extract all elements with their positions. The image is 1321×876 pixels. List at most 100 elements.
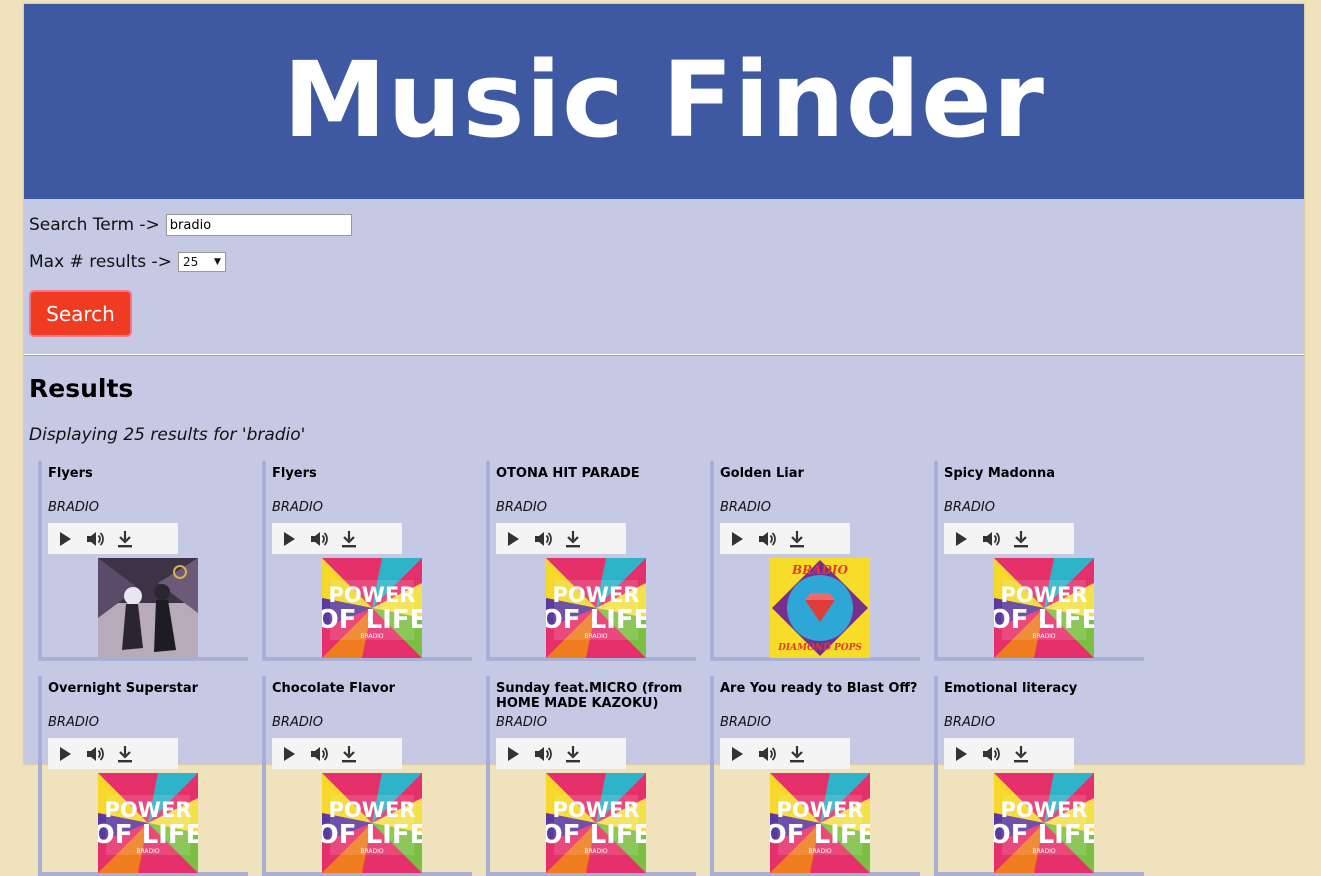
artist-name: BRADIO <box>720 500 771 515</box>
download-icon[interactable] <box>565 530 581 548</box>
artist-name: BRADIO <box>496 500 547 515</box>
artist-name: BRADIO <box>944 715 995 730</box>
song-title: Spicy Madonna <box>944 466 1056 481</box>
svg-text:OF LIFE: OF LIFE <box>994 820 1094 850</box>
max-results-value: 25 <box>182 255 199 269</box>
result-card: Flyers BRADIO POWER OF LIFE BRADIO <box>262 461 472 661</box>
artist-name: BRADIO <box>944 500 995 515</box>
play-icon[interactable] <box>60 531 71 546</box>
audio-player <box>944 523 1074 554</box>
result-card: Chocolate Flavor BRADIO POWER OF LIFE BRAD… <box>262 676 472 876</box>
page-title: Music Finder <box>283 38 1045 161</box>
download-icon[interactable] <box>565 745 581 763</box>
search-button[interactable]: Search <box>29 290 132 337</box>
diamond-pops-art: BRADIO DIAMOND POPS <box>770 558 870 658</box>
result-card: OTONA HIT PARADE BRADIO POWER OF LIFE BRAD… <box>486 461 696 661</box>
svg-text:BRADIO: BRADIO <box>360 848 384 855</box>
artist-name: BRADIO <box>720 715 771 730</box>
song-title: Overnight Superstar <box>48 681 199 696</box>
result-card: Sunday feat.MICRO (from HOME MADE KAZOKU… <box>486 676 696 876</box>
song-title: Golden Liar <box>720 466 804 481</box>
artist-name: BRADIO <box>272 715 323 730</box>
svg-text:POWER: POWER <box>1001 798 1088 822</box>
power-of-life-art: POWER OF LIFE BRADIO <box>546 773 646 873</box>
download-icon[interactable] <box>117 745 133 763</box>
search-term-label: Search Term -> <box>29 215 160 235</box>
artist-name: BRADIO <box>272 500 323 515</box>
download-icon[interactable] <box>789 530 805 548</box>
play-icon[interactable] <box>732 531 743 546</box>
search-term-row: Search Term -> <box>29 214 352 236</box>
volume-icon[interactable] <box>309 745 329 763</box>
audio-player <box>720 523 850 554</box>
svg-text:OF LIFE: OF LIFE <box>98 820 198 850</box>
download-icon[interactable] <box>117 530 133 548</box>
power-of-life-art: POWER OF LIFE BRADIO <box>546 558 646 658</box>
audio-player <box>496 523 626 554</box>
audio-player <box>496 738 626 769</box>
result-card: Overnight Superstar BRADIO POWER OF LIFE B… <box>38 676 248 876</box>
divider <box>24 354 1304 356</box>
max-results-label: Max # results -> <box>29 252 172 272</box>
song-title: OTONA HIT PARADE <box>496 466 640 481</box>
svg-text:BRADIO: BRADIO <box>808 848 832 855</box>
play-icon[interactable] <box>60 746 71 761</box>
svg-text:POWER: POWER <box>777 798 864 822</box>
song-title: Emotional literacy <box>944 681 1078 696</box>
play-icon[interactable] <box>284 746 295 761</box>
svg-text:BRADIO: BRADIO <box>360 633 384 640</box>
max-results-select[interactable]: 25 ▼ <box>177 252 226 272</box>
audio-player <box>720 738 850 769</box>
volume-icon[interactable] <box>533 745 553 763</box>
download-icon[interactable] <box>341 745 357 763</box>
flyers-art <box>98 558 198 658</box>
svg-text:POWER: POWER <box>553 798 640 822</box>
artist-name: BRADIO <box>48 500 99 515</box>
play-icon[interactable] <box>508 531 519 546</box>
play-icon[interactable] <box>956 531 967 546</box>
result-card: Are You ready to Blast Off? BRADIO POWER… <box>710 676 920 876</box>
audio-player <box>272 738 402 769</box>
svg-text:OF LIFE: OF LIFE <box>994 605 1094 635</box>
volume-icon[interactable] <box>85 745 105 763</box>
volume-icon[interactable] <box>981 530 1001 548</box>
svg-text:BRADIO: BRADIO <box>136 848 160 855</box>
play-icon[interactable] <box>284 531 295 546</box>
song-title: Flyers <box>272 466 317 481</box>
result-card: Emotional literacy BRADIO POWER OF LIFE BR… <box>934 676 1144 876</box>
result-card: Spicy Madonna BRADIO POWER OF LIFE BRADIO <box>934 461 1144 661</box>
download-icon[interactable] <box>1013 745 1029 763</box>
volume-icon[interactable] <box>309 530 329 548</box>
svg-text:OF LIFE: OF LIFE <box>546 820 646 850</box>
result-card: Golden Liar BRADIO BRADIO DIAMOND POPS <box>710 461 920 661</box>
svg-text:OF LIFE: OF LIFE <box>770 820 870 850</box>
svg-text:POWER: POWER <box>105 798 192 822</box>
power-of-life-art: POWER OF LIFE BRADIO <box>322 773 422 873</box>
audio-player <box>48 738 178 769</box>
song-title: Are You ready to Blast Off? <box>720 681 918 696</box>
svg-text:OF LIFE: OF LIFE <box>322 820 422 850</box>
download-icon[interactable] <box>789 745 805 763</box>
search-term-input[interactable] <box>165 214 352 236</box>
play-icon[interactable] <box>956 746 967 761</box>
power-of-life-art: POWER OF LIFE BRADIO <box>994 558 1094 658</box>
svg-text:POWER: POWER <box>553 583 640 607</box>
app-panel: Music Finder Search Term -> Max # result… <box>24 4 1304 876</box>
volume-icon[interactable] <box>981 745 1001 763</box>
song-title: Flyers <box>48 466 93 481</box>
volume-icon[interactable] <box>757 745 777 763</box>
max-results-row: Max # results -> 25 ▼ <box>29 252 226 272</box>
chevron-down-icon: ▼ <box>214 257 221 267</box>
download-icon[interactable] <box>1013 530 1029 548</box>
play-icon[interactable] <box>732 746 743 761</box>
power-of-life-art: POWER OF LIFE BRADIO <box>322 558 422 658</box>
download-icon[interactable] <box>341 530 357 548</box>
volume-icon[interactable] <box>533 530 553 548</box>
play-icon[interactable] <box>508 746 519 761</box>
svg-text:OF LIFE: OF LIFE <box>322 605 422 635</box>
volume-icon[interactable] <box>85 530 105 548</box>
volume-icon[interactable] <box>757 530 777 548</box>
svg-text:BRADIO: BRADIO <box>791 563 848 577</box>
audio-player <box>944 738 1074 769</box>
results-summary: Displaying 25 results for 'bradio' <box>29 425 306 445</box>
